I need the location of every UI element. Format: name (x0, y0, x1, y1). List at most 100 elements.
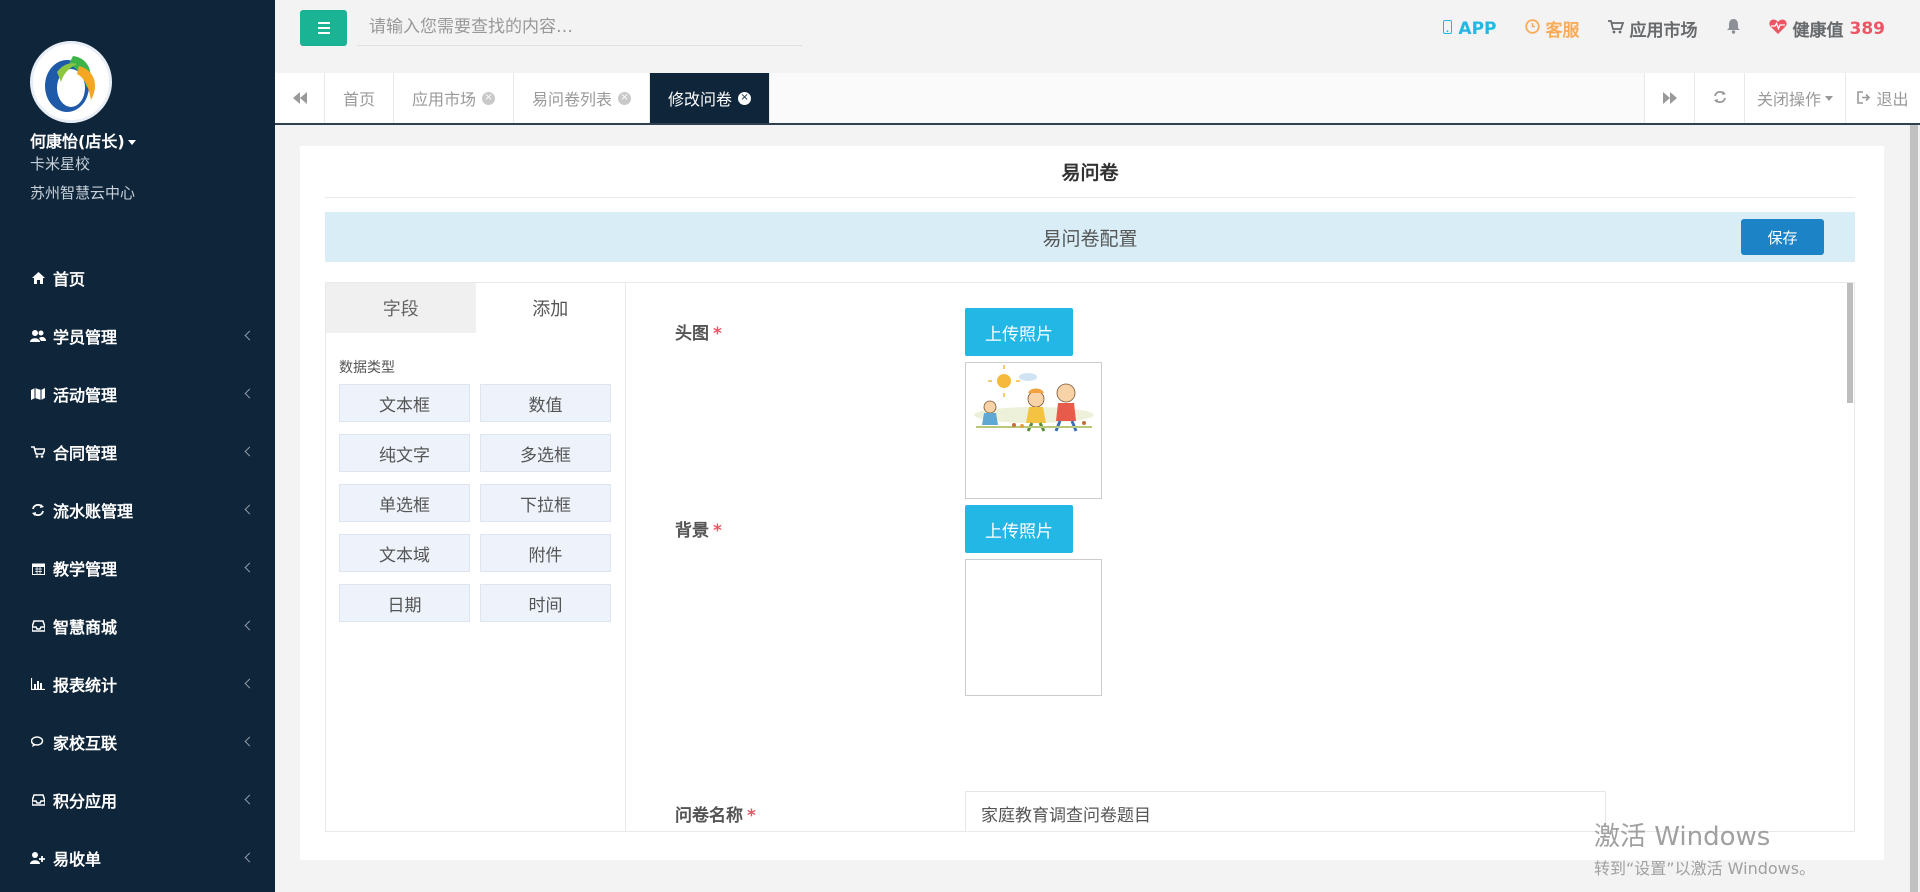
app-link[interactable]: APP (1443, 18, 1497, 39)
cart-icon (30, 444, 46, 460)
chevron-left-icon (244, 330, 255, 341)
head-image-label: 头图 * (675, 319, 722, 344)
close-icon[interactable]: × (738, 91, 752, 105)
comments-icon (30, 734, 46, 750)
map-icon (30, 386, 46, 402)
user-center: 苏州智慧云中心 (30, 184, 136, 202)
save-button[interactable]: 保存 (1741, 219, 1824, 255)
user-name: 何康怡(店长) (30, 132, 125, 151)
chevron-left-icon (244, 678, 255, 689)
tabs-scroll-left-button[interactable] (275, 73, 325, 123)
nav-item-home[interactable]: 首页 (0, 249, 275, 307)
required-mark: * (747, 806, 756, 826)
top-navbar: APP 客服 应用市场 健康值389 (275, 0, 1920, 73)
nav-item-activities[interactable]: 活动管理 (0, 365, 275, 423)
cart-icon (1607, 19, 1624, 39)
nav-item-contracts[interactable]: 合同管理 (0, 423, 275, 481)
nav-label: 易收单 (53, 850, 102, 869)
type-textbox-button[interactable]: 文本框 (339, 384, 470, 422)
health-link[interactable]: 健康值 389 (1768, 16, 1885, 41)
page-tabs-bar: 首页 应用市场 × 易问卷列表 × 修改问卷 × 关闭操作 退出 (275, 73, 1920, 125)
caret-down-icon (1825, 95, 1833, 101)
close-icon[interactable]: × (482, 91, 496, 105)
close-operations-dropdown[interactable]: 关闭操作 (1744, 73, 1845, 123)
nav-label: 活动管理 (53, 386, 118, 405)
nav-item-mall[interactable]: 智慧商城 (0, 597, 275, 655)
type-attachment-button[interactable]: 附件 (480, 534, 611, 572)
page-scrollbar[interactable] (1908, 125, 1920, 892)
page-title: 易问卷 (325, 146, 1855, 198)
user-name-dropdown[interactable]: 何康怡(店长) (30, 128, 136, 152)
background-label: 背景 * (675, 516, 722, 541)
tab-fields[interactable]: 字段 (326, 283, 476, 333)
service-label: 客服 (1545, 21, 1580, 41)
tab-add[interactable]: 添加 (475, 283, 625, 333)
type-textarea-button[interactable]: 文本域 (339, 534, 470, 572)
logout-button[interactable]: 退出 (1845, 73, 1920, 123)
nav-label: 报表统计 (53, 676, 118, 695)
tab-app-market[interactable]: 应用市场 × (394, 73, 515, 123)
nav-item-points[interactable]: 积分应用 (0, 771, 275, 829)
caret-down-icon (127, 140, 136, 145)
survey-form: 头图 * 上传照片 背景 * 上传照片 问卷名称 * 家庭教育调查问卷题目 (625, 282, 1855, 832)
nav-label: 智慧商城 (53, 618, 118, 637)
heartbeat-icon (1768, 19, 1787, 39)
service-link[interactable]: 客服 (1524, 16, 1580, 41)
app-market-link[interactable]: 应用市场 (1607, 16, 1698, 41)
tab-survey-list[interactable]: 易问卷列表 × (514, 73, 651, 123)
nav-item-students[interactable]: 学员管理 (0, 307, 275, 365)
refresh-icon (1713, 89, 1727, 108)
upload-head-image-button[interactable]: 上传照片 (965, 308, 1073, 356)
form-scrollbar[interactable] (1846, 283, 1854, 831)
type-checkbox-button[interactable]: 多选框 (480, 434, 611, 472)
tab-label: 首页 (343, 90, 376, 109)
tabs-scroll-right-button[interactable] (1644, 73, 1694, 123)
nav-item-reports[interactable]: 报表统计 (0, 655, 275, 713)
menu-toggle-button[interactable] (300, 10, 347, 46)
nav-label: 家校互联 (53, 734, 118, 753)
search-input[interactable] (357, 8, 802, 46)
survey-editor-panel: 易问卷 易问卷配置 保存 字段 添加 数据类型 文本框 数值 纯文字 多选框 单… (300, 146, 1884, 860)
nav-item-teaching[interactable]: 教学管理 (0, 539, 275, 597)
school-logo-avatar[interactable] (30, 41, 112, 123)
head-image-preview (965, 362, 1102, 499)
chevron-left-icon (244, 852, 255, 863)
upload-background-button[interactable]: 上传照片 (965, 505, 1073, 553)
tab-edit-survey[interactable]: 修改问卷 × (650, 73, 771, 123)
field-label-text: 背景 (675, 521, 709, 541)
type-radio-button[interactable]: 单选框 (339, 484, 470, 522)
survey-name-input[interactable] (965, 791, 1606, 831)
type-plain-text-button[interactable]: 纯文字 (339, 434, 470, 472)
tab-label: 修改问卷 (668, 90, 733, 109)
user-school: 卡米星校 (30, 155, 91, 173)
type-date-button[interactable]: 日期 (339, 584, 470, 622)
refresh-button[interactable] (1694, 73, 1744, 123)
palette-tabs: 字段 添加 (326, 283, 625, 333)
page-tabs: 首页 应用市场 × 易问卷列表 × 修改问卷 × (325, 73, 771, 123)
nav-item-home-school[interactable]: 家校互联 (0, 713, 275, 771)
notifications-button[interactable] (1726, 18, 1741, 39)
user-plus-icon (30, 850, 46, 866)
survey-name-label: 问卷名称 * (675, 801, 756, 826)
tab-home[interactable]: 首页 (325, 73, 395, 123)
logout-label: 退出 (1876, 90, 1909, 109)
sidebar-nav: 首页 学员管理 活动管理 合同管理 流水账管理 教学管理 智慧商城 报表统计 家… (0, 249, 275, 887)
clock-icon (1524, 18, 1540, 39)
type-time-button[interactable]: 时间 (480, 584, 611, 622)
background-preview (965, 559, 1102, 696)
field-label-text: 头图 (675, 324, 709, 344)
sign-out-icon (1857, 89, 1871, 108)
config-title: 易问卷配置 (1042, 227, 1138, 250)
chevron-left-icon (244, 736, 255, 747)
users-icon (30, 328, 46, 344)
calendar-icon (30, 560, 46, 576)
type-number-button[interactable]: 数值 (480, 384, 611, 422)
type-dropdown-button[interactable]: 下拉框 (480, 484, 611, 522)
nav-item-easy-pay[interactable]: 易收单 (0, 829, 275, 887)
close-icon[interactable]: × (618, 91, 632, 105)
nav-item-cashflow[interactable]: 流水账管理 (0, 481, 275, 539)
nav-label: 积分应用 (53, 792, 118, 811)
forward-icon (1662, 89, 1677, 108)
nav-label: 合同管理 (53, 444, 118, 463)
app-label: APP (1458, 18, 1497, 39)
